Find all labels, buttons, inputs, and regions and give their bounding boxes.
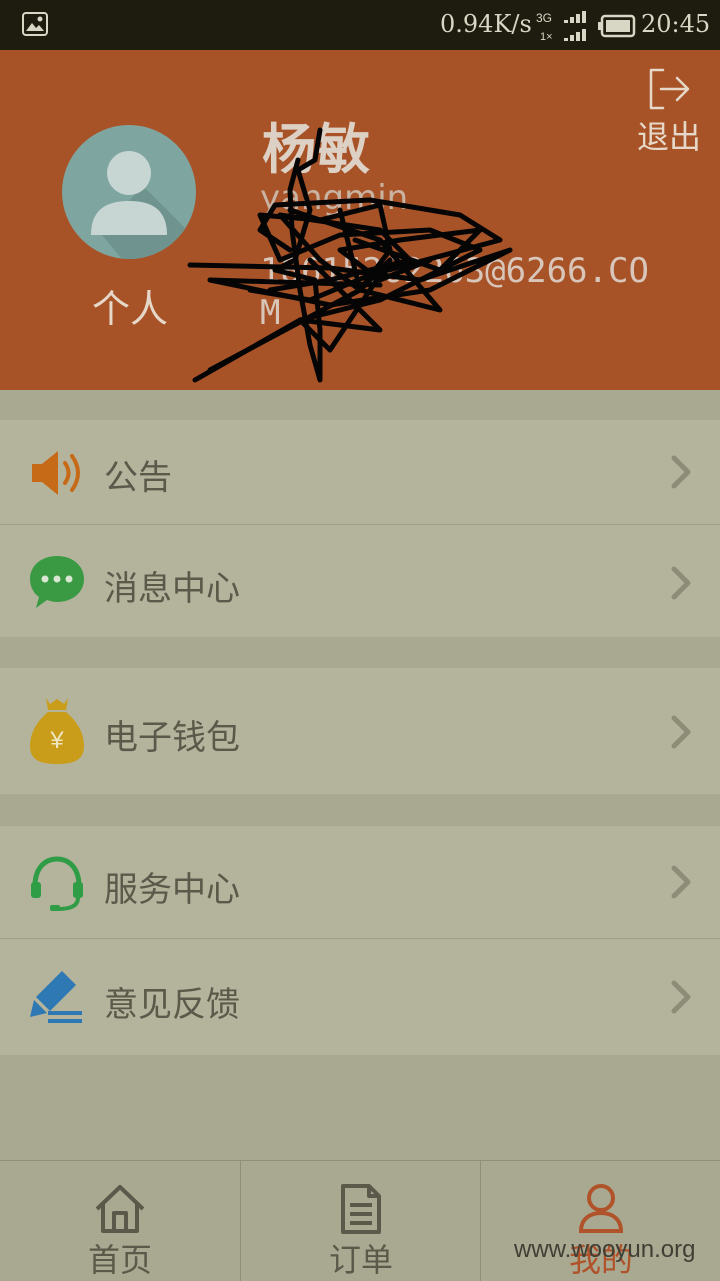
network-type-bottom: 1×: [540, 31, 553, 43]
chevron-right-icon: [671, 980, 691, 1014]
menu-item-label: 意见反馈: [104, 985, 240, 1025]
tab-home[interactable]: 首页: [0, 1161, 240, 1281]
menu-item-messages[interactable]: 消息中心: [0, 525, 720, 637]
logout-button[interactable]: 退出: [630, 68, 708, 158]
avatar-label: 个人: [91, 287, 168, 331]
menu-group-2: ¥ 电子钱包: [0, 668, 720, 794]
network-speed: 0.94K/s: [440, 10, 532, 38]
signal-icon: 3G 1×: [536, 11, 586, 43]
menu-item-label: 电子钱包: [104, 718, 240, 758]
battery-icon: [598, 14, 636, 38]
user-id: yangmin: [260, 178, 409, 218]
person-icon: [578, 1184, 624, 1233]
image-notification-icon: [22, 12, 48, 36]
headset-icon: [31, 856, 83, 911]
menu-item-announcement[interactable]: 公告: [0, 420, 720, 525]
chat-bubble-icon: [30, 556, 84, 608]
edit-pen-icon: [30, 971, 82, 1023]
svg-text:¥: ¥: [49, 727, 64, 754]
menu-group-3: 服务中心 意见反馈: [0, 826, 720, 1055]
user-email: 18615262263@6266.COM: [260, 251, 649, 333]
chevron-right-icon: [671, 566, 691, 600]
menu-item-label: 服务中心: [104, 870, 240, 910]
user-name: 杨敏: [262, 118, 370, 181]
network-type-top: 3G: [536, 11, 552, 25]
menu-item-wallet[interactable]: ¥ 电子钱包: [0, 668, 720, 794]
speaker-icon: [32, 451, 80, 495]
money-bag-icon: ¥: [30, 698, 84, 764]
logout-icon: [649, 68, 690, 110]
menu-item-service[interactable]: 服务中心: [0, 826, 720, 939]
chevron-right-icon: [671, 455, 691, 489]
user-silhouette-icon: [91, 151, 196, 259]
menu-item-label: 公告: [104, 458, 172, 498]
menu-item-label: 消息中心: [104, 569, 240, 609]
status-bar: 0.94K/s 3G 1× 20:45: [0, 0, 720, 50]
logout-label: 退出: [636, 118, 701, 156]
avatar[interactable]: [62, 125, 196, 259]
chevron-right-icon: [671, 715, 691, 749]
tab-label: 首页: [87, 1241, 152, 1279]
watermark: www.wooyun.org: [514, 1236, 696, 1263]
profile-header: 个人 杨敏 yangmin 18615262263@6266.COM 退出: [0, 50, 720, 390]
tab-label: 订单: [328, 1241, 393, 1279]
menu-group-1: 公告 消息中心: [0, 420, 720, 637]
menu-item-feedback[interactable]: 意见反馈: [0, 939, 720, 1055]
tab-orders[interactable]: 订单: [240, 1161, 481, 1281]
document-icon: [341, 1184, 381, 1234]
clock: 20:45: [641, 10, 711, 38]
home-icon: [95, 1185, 145, 1233]
chevron-right-icon: [671, 865, 691, 899]
